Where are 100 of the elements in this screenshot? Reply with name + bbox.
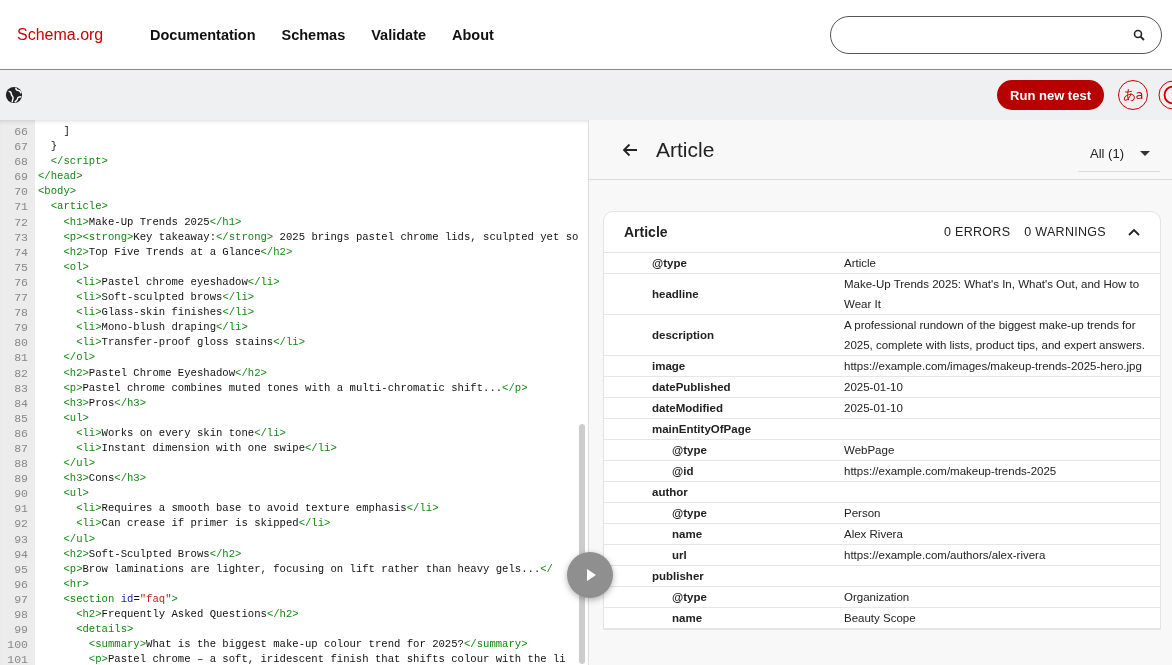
line-number: 80 (13, 335, 28, 351)
property-value: https://example.com/images/makeup-trends-2025-hero.jpg (844, 359, 1143, 374)
property-name: @id (671, 465, 695, 477)
code-line: <li>Mono-blush draping</li> (75, 320, 248, 336)
code-line: </ul> (62, 456, 96, 472)
line-number: 71 (13, 199, 28, 215)
code-line: ] (62, 124, 70, 139)
code-line: </ul> (62, 531, 96, 547)
code-line: <h2>Soft-Sculpted Brows</h2> (62, 546, 242, 562)
dropdown-caret-icon (1140, 150, 1150, 156)
filter-dropdown[interactable]: All (1) (1078, 137, 1160, 172)
code-line: <summary>What is the biggest make-up colour trend for 2025?</summary> (87, 637, 528, 653)
code-line: <p><strong>Key takeaway:</strong> 2025 brings pastel chrome lids, sculpted yet so (62, 229, 579, 245)
line-number: 93 (13, 531, 28, 547)
property-name: @type (671, 444, 708, 456)
code-line: <ul> (62, 486, 89, 502)
property-value: 2025-01-10 (844, 401, 904, 416)
code-line: <li>Works on every skin tone</li> (75, 425, 286, 441)
line-number: 73 (13, 229, 28, 245)
code-line: <section id="faq"> (62, 591, 178, 607)
code-line: <h2>Frequently Asked Questions</h2> (75, 607, 299, 622)
code-line: <p>Pastel chrome – a soft, iridescent finish that shifts colour with the li (87, 652, 566, 665)
line-number: 66 (13, 124, 28, 140)
line-number: 70 (13, 184, 28, 200)
code-line: } (49, 139, 58, 155)
nav-link[interactable]: Validate (371, 26, 427, 43)
code-line: <li>Pastel chrome eyeshadow</li> (75, 274, 280, 290)
code-line: <hr> (62, 576, 89, 592)
line-number: 99 (13, 622, 28, 638)
line-number: 77 (13, 290, 28, 306)
line-number: 88 (13, 456, 28, 472)
line-number: 79 (13, 320, 28, 336)
property-name: @type (671, 507, 708, 519)
property-name: name (671, 612, 704, 624)
property-value: Organization (844, 590, 911, 605)
property-name: @type (651, 257, 688, 269)
property-name: headline (651, 288, 700, 300)
code-line: <h2>Top Five Trends at a Glance</h2> (62, 244, 293, 260)
line-number: 95 (13, 561, 28, 577)
code-line: <h2>Pastel Chrome Eyeshadow</h2> (62, 365, 267, 381)
line-number: 68 (13, 154, 28, 170)
line-number: 81 (13, 350, 28, 366)
code-line: <article> (49, 199, 108, 215)
code-line: <li>Can crease if primer is skipped</li> (75, 516, 331, 532)
property-name: author (651, 486, 689, 498)
line-number: 85 (13, 410, 28, 426)
property-name: publisher (651, 570, 705, 582)
property-name: image (651, 360, 687, 372)
line-number: 75 (13, 259, 28, 275)
nav-link[interactable]: Schemas (281, 26, 346, 43)
code-line: <li>Instant dimension with one swipe</li> (75, 440, 337, 456)
code-line: <details> (75, 622, 134, 638)
property-value: https://example.com/makeup-trends-2025 (844, 464, 1058, 479)
property-name: mainEntityOfPage (651, 423, 753, 435)
run-new-test-button[interactable]: Run new test (997, 80, 1104, 110)
play-button[interactable] (567, 552, 613, 598)
line-number: 67 (13, 139, 28, 155)
line-number: 89 (13, 471, 28, 487)
chevron-icon[interactable] (1128, 228, 1140, 236)
line-number: 83 (13, 380, 28, 396)
line-number: 69 (13, 169, 28, 185)
line-number: 76 (13, 274, 28, 291)
property-value: A professional rundown of the biggest make-up trends for 2025, complete with lists, product tips, and expert answers. (844, 318, 1147, 353)
line-number: 100 (6, 637, 28, 653)
warning-count: 0 WARNINGS (1024, 225, 1106, 239)
line-number: 72 (13, 214, 28, 230)
code-line: </ol> (62, 350, 96, 366)
card-title: Article (624, 224, 668, 240)
line-number: 96 (13, 576, 28, 592)
property-value: Alex Rivera (844, 527, 904, 542)
property-value: Article (844, 256, 877, 271)
line-number: 94 (13, 546, 28, 562)
property-name: datePublished (651, 381, 732, 393)
nav-link[interactable]: About (452, 26, 494, 43)
line-number: 74 (13, 244, 28, 260)
search-icon[interactable] (1133, 28, 1145, 41)
back-arrow-icon[interactable] (622, 142, 638, 157)
property-name: name (671, 528, 704, 540)
property-name: @type (671, 591, 708, 603)
property-value: 2025-01-10 (844, 380, 904, 395)
line-number: 101 (6, 652, 28, 665)
globe-icon[interactable] (5, 86, 23, 104)
result-title: Article (656, 137, 715, 162)
site-logo[interactable]: Schema.org (17, 25, 150, 44)
code-line: </script> (49, 154, 108, 170)
property-name: description (651, 329, 715, 341)
nav-link[interactable]: Documentation (150, 26, 256, 43)
code-line: <body> (38, 184, 77, 200)
code-line: <ul> (62, 410, 89, 426)
property-name: dateModified (651, 402, 724, 414)
code-line: <li>Transfer-proof gloss stains</li> (75, 335, 306, 351)
line-number: 78 (13, 305, 28, 321)
code-line: <p>Brow laminations are lighter, focusing on lift rather than heavy gels...</ (62, 561, 553, 577)
code-line: </head> (38, 169, 83, 185)
code-line: <li>Requires a smooth base to avoid texture emphasis</li> (75, 501, 439, 517)
property-value: Make-Up Trends 2025: What's In, What's Out, and How to Wear It (844, 277, 1141, 312)
line-number: 84 (13, 395, 28, 411)
line-number: 90 (13, 486, 28, 502)
line-number: 82 (13, 365, 28, 381)
property-value: Person (844, 506, 882, 521)
